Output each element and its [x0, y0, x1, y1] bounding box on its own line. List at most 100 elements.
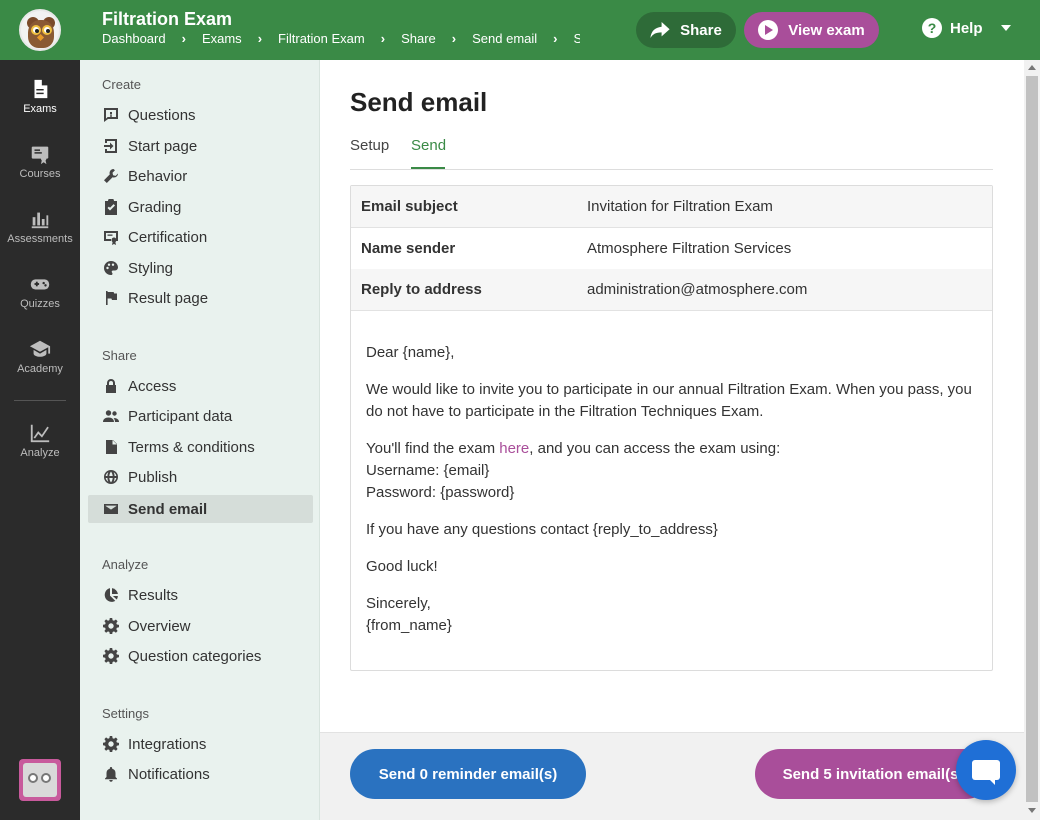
exam-link[interactable]: here — [499, 440, 529, 457]
rail-item-courses[interactable]: Courses — [0, 131, 80, 191]
rail-item-assessments[interactable]: Assessments — [0, 196, 80, 256]
nav-item-label: Certification — [128, 228, 208, 246]
nav-item-grading[interactable]: Grading — [88, 193, 313, 221]
help-label: Help — [950, 19, 983, 37]
nav-item-terms-conditions[interactable]: Terms & conditions — [88, 433, 313, 461]
breadcrumb-exams[interactable]: Exams — [202, 31, 242, 46]
gear-icon — [103, 618, 119, 634]
field-label: Name sender — [361, 240, 456, 257]
nav-item-questions[interactable]: Questions — [88, 101, 313, 129]
rail-item-exams[interactable]: Exams — [0, 66, 80, 126]
scroll-down-arrow-icon[interactable] — [1028, 808, 1036, 813]
chat-button[interactable] — [956, 740, 1016, 800]
nav-item-certification[interactable]: Certification — [88, 223, 313, 251]
rail-item-label: Courses — [19, 167, 61, 180]
nav-item-start-page[interactable]: Start page — [88, 132, 313, 160]
page-scrollbar[interactable] — [1024, 60, 1040, 820]
email-paragraph: We would like to invite you to participa… — [366, 381, 972, 420]
owl-avatar-icon — [23, 763, 57, 797]
nav-item-styling[interactable]: Styling — [88, 254, 313, 282]
email-greeting: Dear {name}, — [366, 344, 455, 361]
nav-item-label: Result page — [128, 289, 209, 307]
help-menu[interactable]: ? Help — [922, 18, 1011, 38]
line-chart-icon — [30, 424, 50, 442]
field-label: Reply to address — [361, 281, 482, 298]
nav-section-share: Share — [102, 348, 137, 363]
nav-item-label: Integrations — [128, 735, 207, 753]
email-preview-card: Email subject Invitation for Filtration … — [350, 185, 993, 671]
main-content: Send email Setup Send Email subject Invi… — [320, 60, 1024, 732]
rail-item-quizzes[interactable]: Quizzes — [0, 261, 80, 321]
graduation-cap-icon — [29, 340, 51, 357]
field-label: Email subject — [361, 198, 458, 215]
share-button[interactable]: Share — [636, 12, 736, 48]
nav-item-label: Styling — [128, 259, 174, 277]
chat-icon — [972, 760, 1000, 785]
field-row-reply-to: Reply to address administration@atmosphe… — [351, 269, 992, 311]
share-arrow-icon — [650, 22, 670, 38]
field-row-name-sender: Name sender Atmosphere Filtration Servic… — [351, 228, 992, 270]
flag-icon — [106, 291, 117, 305]
tab-setup[interactable]: Setup — [350, 137, 389, 154]
nav-item-overview[interactable]: Overview — [88, 612, 313, 640]
nav-item-publish[interactable]: Publish — [88, 463, 313, 491]
nav-item-integrations[interactable]: Integrations — [88, 730, 313, 758]
rail-item-analyze[interactable]: Analyze — [0, 410, 80, 470]
nav-item-participant-data[interactable]: Participant data — [88, 402, 313, 430]
courses-icon — [31, 146, 49, 164]
nav-item-question-categories[interactable]: Question categories — [88, 642, 313, 670]
nav-item-results[interactable]: Results — [88, 581, 313, 609]
breadcrumb-share[interactable]: Share — [401, 31, 436, 46]
nav-item-label: Send email — [128, 500, 208, 518]
bell-icon — [105, 767, 117, 782]
scroll-thumb[interactable] — [1026, 76, 1038, 802]
share-button-label: Share — [680, 21, 722, 39]
nav-item-label: Start page — [128, 137, 198, 155]
field-value: Atmosphere Filtration Services — [587, 240, 792, 257]
breadcrumb-dashboard[interactable]: Dashboard — [102, 31, 166, 46]
nav-item-send-email[interactable]: Send email — [88, 495, 313, 523]
tab-send[interactable]: Send — [411, 137, 446, 154]
chevron-right-icon: › — [380, 31, 386, 46]
nav-item-label: Access — [128, 377, 177, 395]
chevron-right-icon: › — [451, 31, 457, 46]
app-title: Filtration Exam — [102, 9, 233, 29]
email-body: Dear {name}, We would like to invite you… — [366, 342, 981, 652]
palette-icon — [104, 261, 118, 275]
bar-chart-icon — [31, 212, 49, 228]
nav-item-label: Behavior — [128, 167, 188, 185]
user-avatar[interactable] — [19, 759, 61, 801]
field-value: administration@atmosphere.com — [587, 281, 808, 298]
breadcrumb-send-email[interactable]: Send email — [472, 31, 537, 46]
pie-chart-icon — [104, 588, 118, 602]
app-rail: Exams Courses Assessments Quizzes Academ… — [0, 0, 80, 820]
nav-item-result-page[interactable]: Result page — [88, 284, 313, 312]
help-icon: ? — [922, 18, 942, 38]
email-paragraph: You'll find the exam here, and you can a… — [366, 438, 981, 504]
rail-item-label: Assessments — [7, 232, 73, 245]
nav-item-access[interactable]: Access — [88, 372, 313, 400]
nav-item-behavior[interactable]: Behavior — [88, 162, 313, 190]
owl-logo-icon — [19, 9, 61, 51]
scroll-up-arrow-icon[interactable] — [1028, 65, 1036, 70]
rail-item-academy[interactable]: Academy — [0, 326, 80, 386]
send-reminder-button[interactable]: Send 0 reminder email(s) — [350, 749, 586, 799]
field-value: Invitation for Filtration Exam — [587, 198, 773, 215]
email-text: , and you can access the exam using: — [529, 440, 781, 457]
nav-item-label: Questions — [128, 106, 196, 124]
view-exam-button[interactable]: View exam — [744, 12, 879, 48]
rail-item-label: Analyze — [20, 446, 60, 459]
nav-item-notifications[interactable]: Notifications — [88, 760, 313, 788]
breadcrumb-filtration-exam[interactable]: Filtration Exam — [278, 31, 365, 46]
breadcrumb-truncated[interactable]: S — [574, 31, 580, 46]
clipboard-check-icon — [105, 199, 117, 215]
chevron-right-icon: › — [553, 31, 558, 46]
document-icon — [34, 79, 48, 98]
nav-item-label: Participant data — [128, 407, 233, 425]
nav-item-label: Question categories — [128, 647, 262, 665]
chevron-right-icon: › — [257, 31, 263, 46]
breadcrumb: Dashboard › Exams › Filtration Exam › Share… — [102, 31, 580, 46]
app-logo[interactable] — [0, 0, 80, 60]
username-line: Username: {email} — [366, 462, 490, 479]
lock-icon — [106, 379, 116, 393]
